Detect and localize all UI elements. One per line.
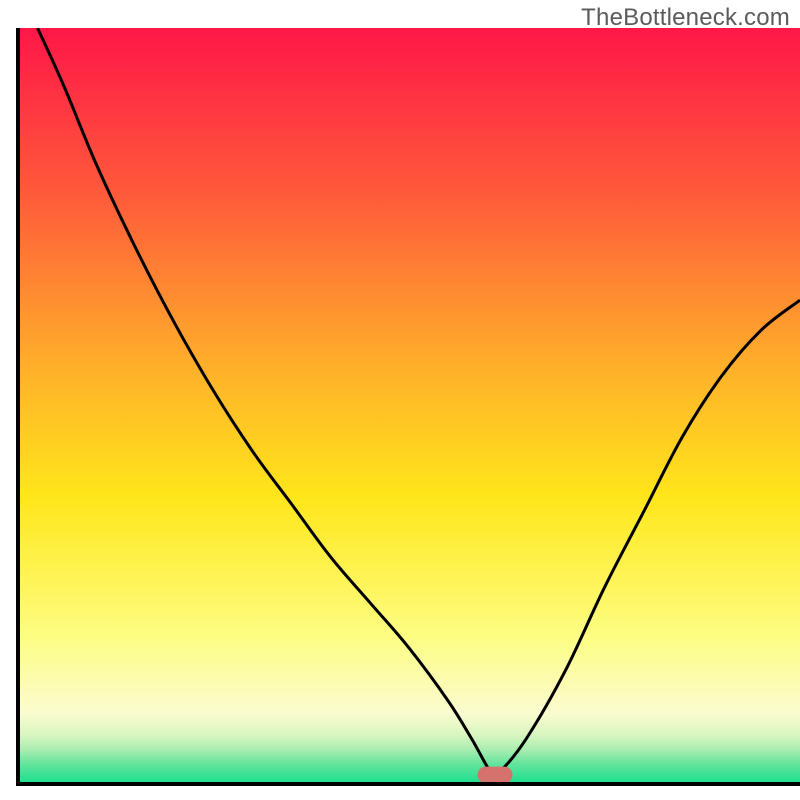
optimal-point-marker bbox=[477, 767, 512, 784]
chart-background-gradient bbox=[18, 28, 800, 784]
watermark-text: TheBottleneck.com bbox=[581, 4, 790, 32]
bottleneck-chart bbox=[0, 0, 800, 800]
chart-container: TheBottleneck.com bbox=[0, 0, 800, 800]
